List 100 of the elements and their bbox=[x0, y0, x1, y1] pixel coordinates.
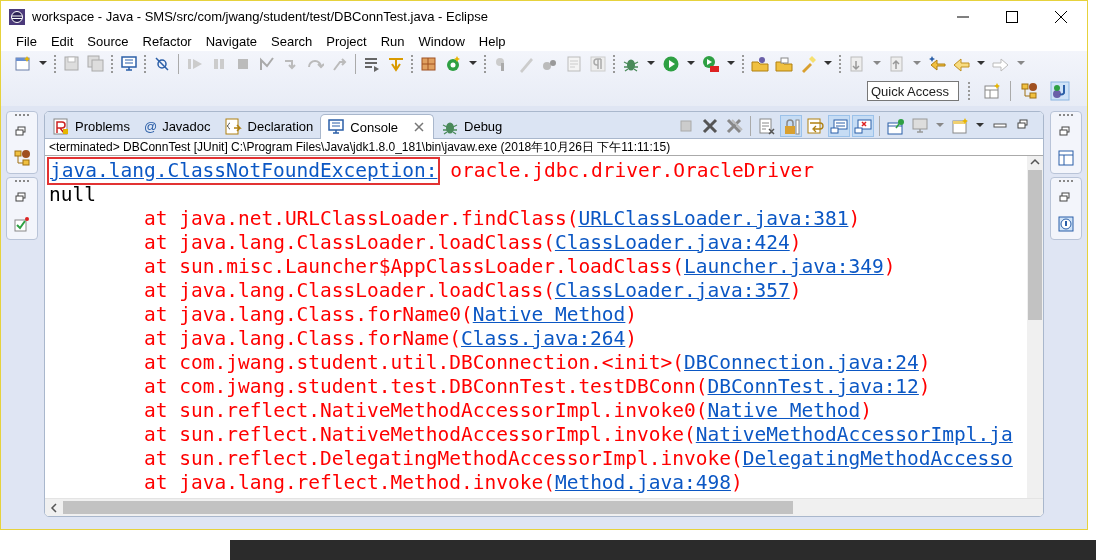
stack-frame-text: ) bbox=[625, 303, 638, 327]
view-tab[interactable]: Debug bbox=[434, 114, 510, 138]
stack-frame-text: at java.net.URLClassLoader.findClass( bbox=[144, 207, 579, 231]
test-tick-icon[interactable] bbox=[13, 215, 31, 233]
stack-frame-text: ) bbox=[848, 207, 861, 231]
pin-icon[interactable] bbox=[887, 116, 905, 135]
stack-frame-text: at java.lang.ClassLoader.loadClass( bbox=[144, 279, 555, 303]
menu-item[interactable]: Navigate bbox=[198, 34, 264, 49]
source-link[interactable]: Class.java:264 bbox=[461, 327, 626, 351]
drag-handle-icon[interactable] bbox=[15, 180, 29, 183]
monitor-icon[interactable] bbox=[120, 54, 138, 73]
hierarchy-icon[interactable] bbox=[1020, 82, 1038, 100]
display-console-icon[interactable] bbox=[911, 116, 929, 135]
play-toolbox-icon[interactable] bbox=[702, 54, 720, 73]
menu-item[interactable]: Refactor bbox=[135, 34, 199, 49]
menu-item[interactable]: File bbox=[9, 34, 44, 49]
source-link[interactable]: Native Method bbox=[707, 399, 861, 423]
stack-frame-text: ) bbox=[731, 471, 743, 495]
stack-frame-text: at sun.misc.Launcher$AppClassLoader.loadClass( bbox=[144, 255, 685, 279]
next-annotation-icon[interactable] bbox=[848, 54, 866, 73]
source-link[interactable]: DelegatingMethodAccesso bbox=[742, 447, 1013, 471]
vertical-scrollbar[interactable] bbox=[1027, 156, 1043, 498]
menu-item[interactable]: Search bbox=[264, 34, 320, 49]
open-perspective-icon[interactable] bbox=[983, 82, 1001, 100]
console-output-icon[interactable] bbox=[830, 116, 848, 135]
source-link[interactable]: ClassLoader.java:357 bbox=[554, 279, 790, 303]
java-perspective-icon[interactable] bbox=[1050, 81, 1070, 101]
stack-frame-text: at java.lang.Class.forName( bbox=[144, 327, 461, 351]
source-link[interactable]: NativeMethodAccessorImpl.ja bbox=[695, 423, 1013, 447]
folder-icon[interactable] bbox=[775, 54, 793, 73]
star-arrow-icon[interactable] bbox=[928, 54, 946, 73]
stack-frame-text: ) bbox=[918, 351, 931, 375]
scroll-left-icon bbox=[49, 501, 59, 514]
save-all-icon[interactable] bbox=[87, 54, 105, 73]
drag-handle-icon[interactable] bbox=[1059, 114, 1073, 117]
help-icon[interactable] bbox=[1057, 215, 1075, 233]
console-text: oracle.jdbc.driver.OracleDriver bbox=[449, 159, 815, 183]
stack-frame-text: at com.jwang.student.test.DBConnTest.testDBConn( bbox=[144, 375, 708, 399]
stack-frame-text: at sun.reflect.NativeMethodAccessorImpl.invoke0( bbox=[144, 399, 708, 423]
new-console-icon[interactable] bbox=[951, 116, 969, 135]
stack-frame-text: ) bbox=[883, 255, 896, 279]
drag-handle-icon[interactable] bbox=[15, 114, 29, 117]
view-tab[interactable]: @ Javadoc bbox=[136, 114, 218, 138]
stack-frame-text: at com.jwang.student.util.DBConnection.<init>( bbox=[144, 351, 685, 375]
new-file-icon[interactable] bbox=[14, 54, 32, 73]
stack-frame-text: at sun.reflect.DelegatingMethodAccessorImpl.invoke( bbox=[144, 447, 743, 471]
padlock-icon[interactable] bbox=[782, 116, 800, 135]
word-wrap-icon[interactable] bbox=[806, 116, 824, 135]
eclipse-logo-icon bbox=[9, 8, 25, 25]
source-link[interactable]: URLClassLoader.java:381 bbox=[578, 207, 849, 231]
crossed-link-icon[interactable] bbox=[153, 54, 171, 73]
view-tab[interactable]: Console bbox=[320, 114, 434, 139]
console-error-icon[interactable] bbox=[854, 116, 872, 135]
quick-access-field[interactable]: Quick Access bbox=[867, 81, 959, 101]
previous-annotation-icon[interactable] bbox=[888, 54, 906, 73]
menu-item[interactable]: Help bbox=[471, 34, 513, 49]
save-icon[interactable] bbox=[63, 54, 81, 73]
close-icon bbox=[1055, 10, 1067, 23]
play-icon[interactable] bbox=[662, 54, 680, 73]
source-link[interactable]: ClassLoader.java:424 bbox=[554, 231, 790, 255]
refresh-icon[interactable] bbox=[444, 54, 462, 73]
console-status: <terminated> DBConnTest [JUnit] C:\Program Files\Java\jdk1.8.0_181\bin\javaw.exe (2018年10月26日 下午11:11:15) bbox=[45, 139, 1043, 156]
hierarchy-icon[interactable] bbox=[13, 149, 31, 167]
stack-frame-text: at java.lang.ClassLoader.loadClass( bbox=[144, 231, 555, 255]
menu-item[interactable]: Project bbox=[319, 34, 374, 49]
folder-icon[interactable] bbox=[751, 54, 769, 73]
remove-all-icon[interactable] bbox=[725, 116, 743, 135]
source-link[interactable]: DBConnection.java:24 bbox=[684, 351, 919, 375]
source-link[interactable]: Native Method bbox=[472, 303, 626, 327]
stack-frame-text: at sun.reflect.NativeMethodAccessorImpl.invoke( bbox=[144, 423, 696, 447]
source-link[interactable]: DBConnTest.java:12 bbox=[707, 375, 919, 399]
stack-frame-text: ) bbox=[789, 279, 802, 303]
stack-frame-text: ) bbox=[625, 327, 638, 351]
layout-icon[interactable] bbox=[1057, 149, 1075, 167]
problems-icon bbox=[52, 117, 70, 136]
source-link[interactable]: Method.java:498 bbox=[554, 471, 731, 495]
stack-frame-text: ) bbox=[918, 375, 931, 399]
view-tab[interactable]: Declaration bbox=[217, 114, 321, 138]
source-link[interactable]: Launcher.java:349 bbox=[684, 255, 884, 279]
console-text: null bbox=[49, 183, 96, 207]
monitor-icon bbox=[327, 118, 346, 136]
view-tab[interactable]: Problems bbox=[45, 114, 137, 138]
drag-handle-icon[interactable] bbox=[1059, 180, 1073, 183]
exception-link[interactable]: java.lang.ClassNotFoundException: bbox=[49, 159, 439, 183]
package-icon[interactable] bbox=[420, 54, 438, 73]
menu-item[interactable]: Run bbox=[373, 34, 412, 49]
clear-console-icon[interactable] bbox=[758, 116, 776, 135]
stack-frame-text: ) bbox=[860, 399, 872, 423]
remove-icon[interactable] bbox=[701, 116, 719, 135]
menu-item[interactable]: Window bbox=[411, 34, 472, 49]
window-title: workspace - Java - SMS/src/com/jwang/student/test/DBConnTest.java - Eclipse bbox=[32, 9, 489, 24]
stack-frame-text: at java.lang.reflect.Method.invoke( bbox=[144, 471, 555, 495]
maximize-icon bbox=[1006, 10, 1018, 23]
stack-frame-text: ) bbox=[789, 231, 802, 255]
declaration-icon bbox=[224, 117, 243, 136]
menu-item[interactable]: Edit bbox=[43, 34, 81, 49]
stack-frame-text: at java.lang.Class.forName0( bbox=[144, 303, 473, 327]
menu-item[interactable]: Source bbox=[80, 34, 136, 49]
horizontal-scrollbar[interactable] bbox=[45, 498, 1043, 516]
pilcrow-icon[interactable] bbox=[589, 54, 607, 73]
